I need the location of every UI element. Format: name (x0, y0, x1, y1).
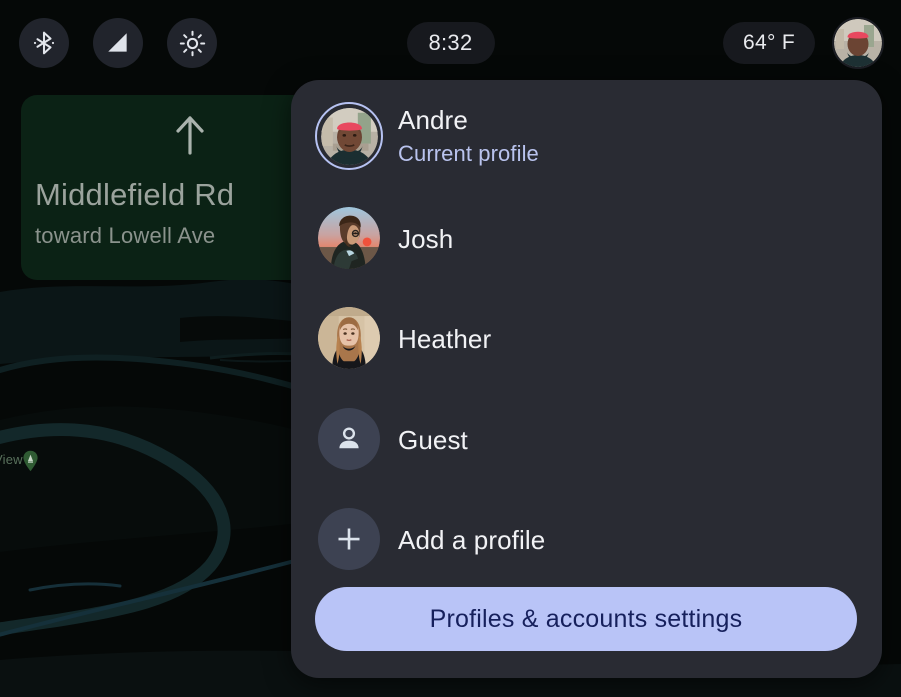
add-profile-label: Add a profile (398, 525, 546, 555)
profile-item-guest[interactable]: Guest (291, 405, 882, 473)
add-profile-item[interactable]: Add a profile (291, 505, 882, 573)
avatar-josh-image (318, 207, 380, 269)
person-icon (318, 408, 380, 470)
current-profile-ring (315, 102, 383, 170)
signal-button[interactable] (93, 18, 143, 68)
avatar-andre-image (834, 19, 882, 67)
temperature-pill[interactable]: 64 ° F (723, 22, 815, 64)
profile-item-heather[interactable]: Heather (291, 304, 882, 372)
plus-icon (318, 508, 380, 570)
temperature-unit: F (781, 31, 795, 54)
profile-name-josh: Josh (398, 224, 454, 254)
status-bar: 8:32 64 ° F (0, 0, 901, 86)
profile-item-andre[interactable]: Andre Current profile (291, 102, 882, 170)
brightness-button[interactable] (167, 18, 217, 68)
status-bar-avatar[interactable] (832, 17, 884, 69)
avatar (315, 204, 383, 272)
map-place-label: View (0, 452, 23, 467)
avatar-heather-image (318, 307, 380, 369)
clock-time: 8:32 (428, 30, 473, 55)
profile-item-josh[interactable]: Josh (291, 204, 882, 272)
nav-toward-text: toward Lowell Ave (35, 223, 216, 248)
avatar-andre-image (320, 107, 378, 165)
bluetooth-icon (33, 31, 55, 55)
profile-name-andre: Andre (398, 105, 468, 135)
temperature-value: 64 (743, 31, 768, 54)
add-profile-avatar (315, 505, 383, 573)
avatar (315, 304, 383, 372)
signal-strength-icon (108, 33, 127, 52)
car-head-unit-screen: View 5 Middlefield Rd toward Lowell Ave (0, 0, 901, 697)
brightness-sun-icon (179, 30, 205, 56)
navigation-card[interactable]: 5 Middlefield Rd toward Lowell Ave (21, 95, 321, 280)
profile-subtitle-andre: Current profile (398, 141, 539, 166)
degree-symbol: ° (767, 31, 776, 54)
clock-pill[interactable]: 8:32 (406, 22, 495, 64)
profiles-accounts-settings-button[interactable]: Profiles & accounts settings (315, 587, 857, 651)
profile-switcher-dialog: Andre Current profile Josh Heather Guest… (291, 80, 882, 678)
nav-street-name: Middlefield Rd (35, 177, 235, 212)
profile-name-heather: Heather (398, 324, 492, 354)
quick-controls-group (19, 18, 217, 68)
map-pin-icon (23, 450, 38, 472)
profile-name-guest: Guest (398, 425, 468, 455)
arrow-up-icon (176, 116, 204, 155)
status-right-group: 64 ° F (723, 17, 884, 69)
bluetooth-button[interactable] (19, 18, 69, 68)
guest-avatar (315, 405, 383, 473)
avatar (315, 102, 383, 170)
